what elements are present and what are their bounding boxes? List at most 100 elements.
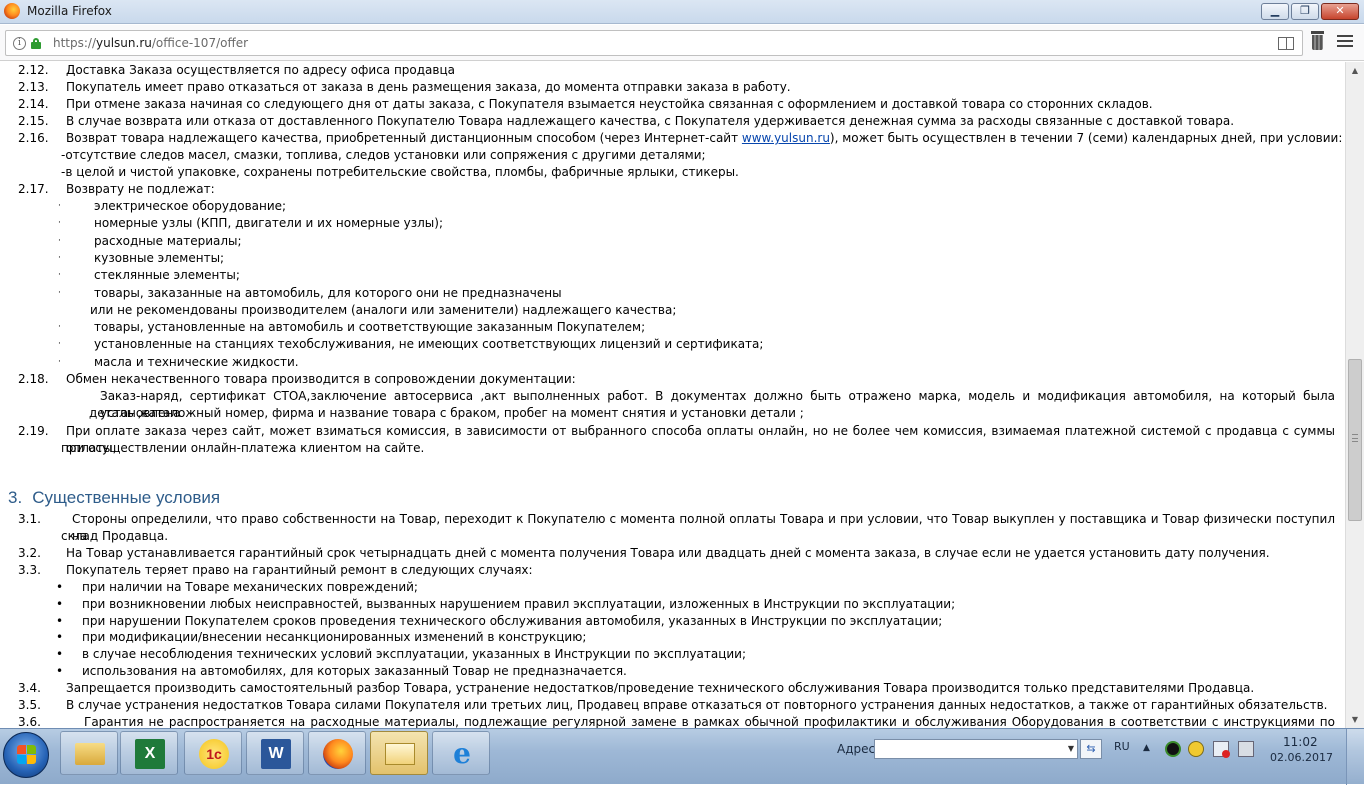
- url-bar[interactable]: i https://yulsun.ru/office-107/offer: [5, 30, 1303, 56]
- scroll-thumb[interactable]: [1348, 359, 1362, 521]
- bullet-dot-icon: ·: [58, 356, 61, 367]
- item-text-part: ), может быть осуществлен в течении 7 (с…: [829, 131, 1343, 145]
- taskbar-word[interactable]: W: [246, 731, 304, 775]
- item-number: 3.3.: [18, 563, 41, 577]
- list-item-text: при возникновении любых неисправностей, …: [82, 596, 956, 611]
- item-text: Гарантия не распространяется на расходны…: [84, 715, 1335, 728]
- url-text[interactable]: https://yulsun.ru/office-107/offer: [53, 36, 248, 50]
- url-host: yulsun.ru: [96, 36, 152, 50]
- app-tray-icon[interactable]: [1188, 741, 1204, 757]
- section-heading-number: 3.: [8, 488, 23, 507]
- item-number: 2.16.: [18, 131, 49, 145]
- bullet-dot-icon: ·: [58, 201, 61, 211]
- window-title-bar: Mozilla Firefox ▁ ❐ ✕: [0, 0, 1364, 24]
- taskbar-ie[interactable]: e: [432, 731, 490, 775]
- info-icon[interactable]: i: [13, 37, 26, 50]
- maximize-button[interactable]: ❐: [1291, 3, 1319, 20]
- list-item-text: при модификации/внесении несанкционирова…: [82, 630, 587, 645]
- volume-tray-icon[interactable]: [1238, 741, 1254, 757]
- item-text: Возврату не подлежат:: [66, 182, 215, 196]
- excel-icon: X: [135, 739, 165, 769]
- taskbar-explorer[interactable]: [60, 731, 118, 775]
- item-number: 2.13.: [18, 80, 49, 94]
- firefox-icon: [323, 739, 353, 769]
- item-text: Обмен некачественного товара производитс…: [66, 372, 576, 386]
- list-item-text: или не рекомендованы производителем (ана…: [90, 302, 677, 317]
- scroll-up-arrow-icon[interactable]: ▲: [1346, 62, 1364, 79]
- bullet-dot-icon: ·: [58, 235, 61, 246]
- taskbar-1c[interactable]: 1c: [184, 731, 242, 775]
- section-heading-text: Существенные условия: [32, 488, 221, 507]
- start-button[interactable]: [3, 732, 49, 778]
- item-text: Доставка Заказа осуществляется по адресу…: [66, 63, 456, 77]
- security-tray-icon[interactable]: [1165, 741, 1181, 757]
- windows-logo-icon: [17, 745, 37, 765]
- close-button[interactable]: ✕: [1321, 3, 1359, 20]
- list-item-text: использования на автомобилях, для которы…: [82, 664, 627, 678]
- item-number: 2.17.: [18, 182, 49, 196]
- item-text: В случае устранения недостатков Товара с…: [66, 698, 1328, 712]
- show-hidden-icons[interactable]: ▲: [1143, 743, 1150, 753]
- reader-view-icon[interactable]: [1278, 37, 1294, 50]
- bullet-dot-icon: ·: [58, 322, 61, 333]
- list-item-text: товары, установленные на автомобиль и со…: [94, 320, 646, 335]
- documents-line: деталь ,каталожный номер, фирма и назван…: [89, 406, 804, 420]
- taskbar-excel[interactable]: X: [120, 731, 178, 775]
- folder-icon: [75, 743, 105, 765]
- item-number: 3.1.: [18, 512, 41, 526]
- item-text: Запрещается производить самостоятельный …: [66, 681, 1255, 695]
- item-text: Стороны определили, что право собственно…: [72, 512, 1335, 544]
- bullet-icon: •: [56, 664, 64, 678]
- vertical-scrollbar[interactable]: ▲ ▼: [1345, 62, 1364, 728]
- taskbar: X 1c W e Адрес ▼ ⇆ RU ▲ 11:02 02.06.2017: [0, 728, 1364, 785]
- list-item-text: номерные узлы (КПП, двигатели и их номер…: [94, 216, 443, 231]
- lock-icon[interactable]: [31, 38, 41, 49]
- site-link[interactable]: www.yulsun.ru: [742, 131, 830, 145]
- list-item-text: масла и технические жидкости.: [94, 354, 299, 369]
- list-item-text: установленные на станциях техобслуживани…: [94, 337, 764, 352]
- address-toolbar-label: Адрес: [837, 742, 876, 756]
- item-number: 3.2.: [18, 546, 41, 560]
- bullet-dot-icon: ·: [58, 287, 61, 298]
- firefox-icon: [4, 3, 20, 19]
- list-item-text: в случае несоблюдения технических услови…: [82, 647, 747, 662]
- network-tray-icon[interactable]: [1213, 741, 1230, 758]
- scroll-down-arrow-icon[interactable]: ▼: [1346, 711, 1364, 728]
- language-indicator[interactable]: RU: [1114, 740, 1130, 753]
- clock-time[interactable]: 11:02: [1283, 735, 1318, 749]
- bullet-icon: •: [56, 613, 64, 628]
- item-text: Покупатель имеет право отказаться от зак…: [66, 80, 791, 94]
- item-text: при осуществлении онлайн-платежа клиенто…: [61, 441, 425, 455]
- menu-icon[interactable]: [1337, 35, 1353, 49]
- list-item-text: товары, заказанные на автомобиль, для ко…: [94, 285, 562, 300]
- url-path: /office-107/offer: [151, 36, 249, 50]
- item-number: 2.14.: [18, 97, 49, 111]
- condition-line: -в целой и чистой упаковке, сохранены по…: [61, 165, 739, 179]
- minimize-button[interactable]: ▁: [1261, 3, 1289, 20]
- address-go-button[interactable]: ⇆: [1080, 739, 1102, 759]
- section-heading: 3. Существенные условия: [8, 489, 220, 506]
- trash-icon[interactable]: [1311, 31, 1324, 51]
- page-content: 2.12. Доставка Заказа осуществляется по …: [0, 62, 1345, 728]
- window-title: Mozilla Firefox: [27, 4, 112, 18]
- item-text: Возврат товара надлежащего качества, при…: [66, 130, 1342, 147]
- item-number: 2.18.: [18, 372, 49, 386]
- address-toolbar-input[interactable]: ▼: [874, 739, 1078, 759]
- internet-explorer-icon: e: [453, 737, 471, 770]
- item-number: 3.4.: [18, 681, 41, 695]
- taskbar-mail[interactable]: [370, 731, 428, 775]
- dropdown-arrow-icon[interactable]: ▼: [1068, 744, 1074, 753]
- bullet-dot-icon: ·: [58, 339, 61, 350]
- item-text: При отмене заказа начиная со следующего …: [66, 97, 1153, 111]
- bullet-dot-icon: ·: [58, 218, 61, 229]
- bullet-icon: •: [56, 580, 64, 594]
- bullet-dot-icon: ·: [58, 270, 61, 281]
- list-item-text: кузовные элементы;: [94, 250, 225, 265]
- list-item-text: расходные материалы;: [94, 233, 242, 248]
- item-number: 3.5.: [18, 698, 41, 712]
- show-desktop-button[interactable]: [1346, 729, 1364, 785]
- taskbar-firefox[interactable]: [308, 731, 366, 775]
- item-number: 2.19.: [18, 424, 49, 438]
- clock-date[interactable]: 02.06.2017: [1270, 751, 1333, 764]
- list-item-text: при наличии на Товаре механических повре…: [82, 580, 418, 594]
